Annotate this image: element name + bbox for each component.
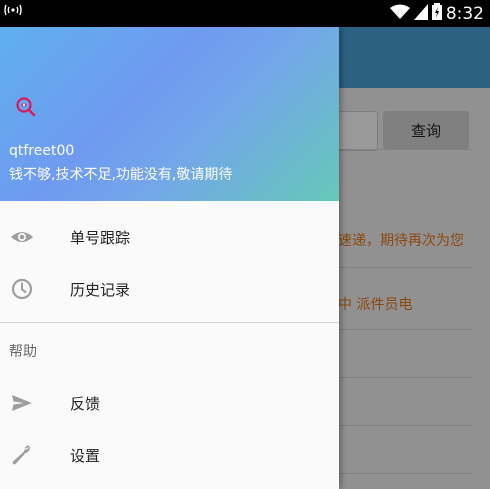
clock-time: 8:32 bbox=[445, 3, 484, 24]
battery-icon bbox=[431, 3, 442, 24]
user-motto: 钱不够,技术不足,功能没有,敬请期待 bbox=[9, 167, 233, 183]
navigation-drawer: qtfreet00 钱不够,技术不足,功能没有,敬请期待 单号跟踪 历史记录 帮… bbox=[0, 27, 339, 489]
cell-signal-icon bbox=[413, 3, 428, 24]
menu-item-label: 历史记录 bbox=[70, 281, 131, 299]
menu-item-history[interactable]: 历史记录 bbox=[0, 263, 339, 315]
menu-item-settings[interactable]: 设置 bbox=[0, 429, 339, 481]
eye-icon bbox=[10, 225, 34, 249]
drawer-header: qtfreet00 钱不够,技术不足,功能没有,敬请期待 bbox=[0, 27, 339, 201]
menu-item-label: 单号跟踪 bbox=[70, 229, 131, 247]
menu-item-tracking[interactable]: 单号跟踪 bbox=[0, 211, 339, 263]
menu-item-feedback[interactable]: 反馈 bbox=[0, 377, 339, 429]
wrench-icon bbox=[10, 443, 34, 467]
status-bar: 8:32 bbox=[0, 0, 490, 27]
username: qtfreet00 bbox=[9, 143, 75, 159]
menu-item-label: 设置 bbox=[70, 447, 101, 465]
screen: 8:32 查询 速递，期待再次为您 中 派件员电 qtfreet00 钱不够,技… bbox=[0, 0, 490, 489]
section-title-help: 帮助 bbox=[9, 344, 37, 360]
search-logo-icon[interactable] bbox=[14, 95, 38, 119]
clock-icon bbox=[10, 277, 34, 301]
send-icon bbox=[10, 391, 34, 415]
menu-divider bbox=[0, 322, 339, 323]
wireless-signal-icon bbox=[4, 3, 22, 20]
menu-item-label: 反馈 bbox=[70, 395, 101, 413]
wifi-icon bbox=[389, 4, 410, 24]
